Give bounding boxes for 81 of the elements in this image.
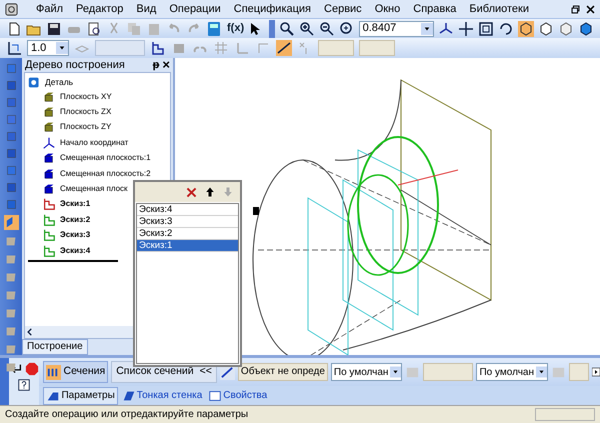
pin-button[interactable]: ᵽ [150,56,162,74]
snap-icon[interactable] [276,40,292,56]
tree-item[interactable]: Смещенная плоск [60,183,128,196]
move-up-icon[interactable] [204,186,216,198]
plane-icon[interactable] [42,105,56,120]
menu-item[interactable]: Спецификация [234,0,312,18]
menu-item[interactable]: Редактор [76,0,124,18]
close-button[interactable]: × [162,59,170,71]
tree-item[interactable]: Плоскость ZY [60,121,112,134]
stop-icon[interactable] [25,362,40,376]
tree-item[interactable]: Плоскость XY [60,90,112,103]
toolbar-handle[interactable] [269,20,275,38]
close-icon[interactable] [585,4,596,14]
delete-icon[interactable] [185,186,198,198]
preview-icon[interactable] [86,20,102,36]
restore-icon[interactable] [570,4,581,14]
status-pane [535,408,595,421]
sections-button[interactable]: Сечения [43,361,108,383]
plane-icon[interactable] [42,182,56,196]
menu-item[interactable]: Окно [374,0,400,18]
list-item[interactable]: Эскиз:2 [137,228,238,240]
tab[interactable]: Свойства [206,386,270,404]
sketch-icon[interactable] [42,197,56,212]
zoom-combo[interactable]: 0.8407 [358,20,434,36]
calculator-icon[interactable] [206,20,222,36]
sections-icon[interactable] [46,364,62,380]
tree-item[interactable]: Эскиз:3 [60,229,90,242]
zoom-in-icon[interactable] [298,20,315,36]
part-icon[interactable] [4,2,19,16]
menu-item[interactable]: Справка [413,0,456,18]
menu-item[interactable]: Сервис [324,0,362,18]
tab-icon[interactable] [122,388,136,402]
object-field[interactable]: Объект не опреде [238,363,328,381]
plane-icon[interactable] [42,166,56,181]
zoom-out-icon[interactable] [318,20,335,36]
wireframe-icon[interactable] [518,20,534,36]
menu-item[interactable]: Файл [32,0,64,18]
save-icon[interactable] [46,20,62,36]
menu-item[interactable]: Библиотеки [469,0,530,18]
combo-box[interactable]: По умолчан [476,363,548,381]
tab-icon[interactable] [208,388,222,402]
tree-item[interactable]: Эскиз:2 [60,214,90,226]
combo-box[interactable]: По умолчан [330,363,402,381]
value-field[interactable] [423,363,474,381]
zoom-fit-icon[interactable] [478,20,494,36]
list-item[interactable]: Эскиз:3 [137,216,238,228]
menu-item[interactable]: Вид [136,0,156,18]
list-item[interactable]: Эскиз:1 [137,240,238,252]
toolbar-strip [0,358,10,405]
tree-item[interactable]: Плоскость ZX [60,106,112,118]
tree-item[interactable]: Смещенная плоскость:1 [60,152,151,164]
plane-icon[interactable] [42,120,56,134]
extrusion-icon[interactable] [4,215,18,230]
status-text: Создайте операцию или отредактируйте параметры [5,408,250,422]
value-field[interactable] [569,363,589,381]
axes-icon[interactable] [42,136,56,150]
tree-item[interactable]: Смещенная плоскость:2 [60,168,151,180]
tree-item[interactable]: Деталь [45,76,74,88]
help-icon[interactable] [17,378,32,392]
coordinate-field[interactable] [318,40,354,56]
zoom-window-icon[interactable] [278,20,295,36]
sketch-icon[interactable] [150,40,166,56]
panel-title: Дерево построения [25,58,126,73]
tab[interactable]: Тонкая стенка [120,386,204,404]
tree-item[interactable]: Эскиз:1 [60,198,90,210]
panel-tab[interactable]: Построение [22,339,88,355]
rotate-icon[interactable] [498,20,514,36]
axes-icon[interactable] [438,20,454,36]
step-combo[interactable]: 1.0 [27,40,69,56]
move-icon[interactable] [458,20,474,36]
fx-button[interactable]: f(x) [226,20,246,37]
step-icon[interactable] [6,40,22,56]
menu-item[interactable]: Операции [169,0,221,18]
plane-icon[interactable] [42,90,56,104]
tree-item[interactable]: Эскиз:4 [60,244,90,257]
list-item[interactable]: Эскиз:4 [137,204,238,216]
tree-item[interactable]: Начало координат [60,136,128,149]
tab[interactable]: Параметры [43,386,118,404]
part-icon[interactable] [28,76,41,88]
plane-icon[interactable] [42,151,56,166]
coordinate-field[interactable] [359,40,395,56]
